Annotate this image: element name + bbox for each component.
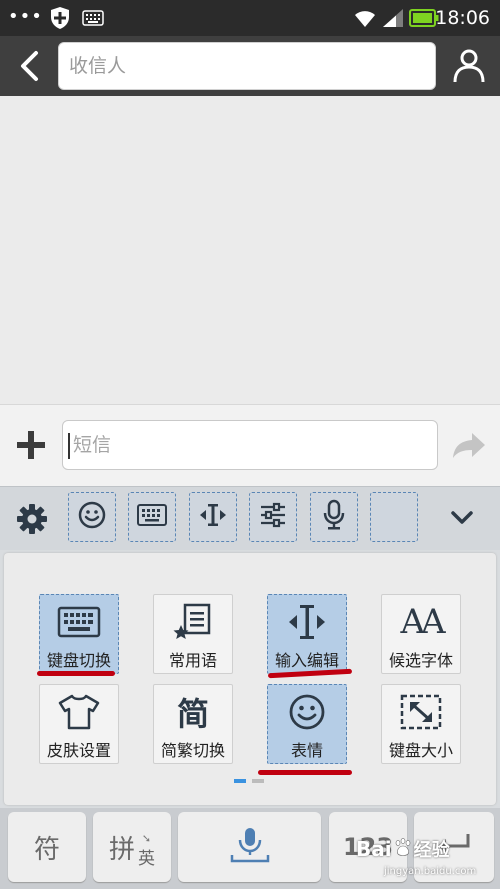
baidu-watermark: Bai 经验 [356,836,450,862]
tile-input-edit[interactable]: 输入编辑 [267,594,347,674]
signal-icon [381,8,405,32]
resize-icon [400,689,442,735]
keyboard-icon [137,504,167,530]
tile-label: 皮肤设置 [46,741,111,760]
annotation-underline [37,671,115,676]
page-indicator-inactive [252,779,264,783]
watermark-brand2: 经验 [413,840,450,861]
tile-label: 键盘切换 [46,651,111,670]
ime-function-panel [4,553,496,805]
back-icon[interactable] [18,50,42,86]
notification-dots: ••• [8,6,43,27]
recipient-input[interactable] [59,43,435,89]
space-voice-key[interactable] [178,812,321,882]
emoji-toolbar-button[interactable] [68,492,116,542]
text-cursor-icon [287,599,327,645]
sms-field[interactable] [62,420,438,470]
english-key-label: 英 [138,848,155,869]
microphone-icon [228,825,272,869]
tile-label: 表情 [290,741,323,760]
text-caret [68,433,70,459]
chevron-down-icon[interactable] [450,510,474,530]
status-bar: ••• 18:06 [0,0,500,36]
font-icon-text: AA [400,602,445,642]
watermark-url: jingyan.baidu.com [384,866,477,877]
tile-keyboard-switch[interactable]: 键盘切换 [39,594,119,674]
simplified-icon-text: 简 [176,695,209,733]
send-icon[interactable] [452,431,486,463]
tile-label: 输入编辑 [274,651,339,670]
empty-toolbar-slot[interactable] [370,492,418,542]
pinyin-english-key[interactable]: 拼 ➘ 英 [93,812,171,882]
recipient-field[interactable] [58,42,436,90]
tile-label: 简繁切换 [160,741,225,760]
simplified-chinese-icon: 简 [177,689,209,735]
font-icon: AA [400,599,445,645]
tile-candidate-font[interactable]: AA 候选字体 [381,594,461,674]
page-indicator-active [234,779,246,783]
tile-label: 候选字体 [388,651,453,670]
keyboard-icon [57,599,101,645]
tile-label: 键盘大小 [388,741,453,760]
tile-simplified-traditional[interactable]: 简 简繁切换 [153,684,233,764]
switch-arrow-icon: ➘ [141,831,152,845]
clock: 18:06 [435,7,490,29]
cursor-edit-toolbar-button[interactable] [189,492,237,542]
voice-toolbar-button[interactable] [310,492,358,542]
tile-skin-settings[interactable]: 皮肤设置 [39,684,119,764]
tile-label: 常用语 [168,651,217,670]
microphone-icon [322,499,346,535]
shield-plus-icon [50,6,70,34]
watermark-brand: Bai [356,837,392,861]
sms-input[interactable] [63,421,437,469]
annotation-underline [258,770,352,775]
paw-icon [393,837,413,861]
tshirt-icon [58,689,100,735]
wifi-icon [352,7,378,33]
pinyin-key-label: 拼 [108,834,135,865]
smiley-icon [78,501,106,533]
symbol-key-label: 符 [33,834,60,865]
text-cursor-icon [198,502,228,532]
plus-icon[interactable] [16,430,46,464]
tile-emoji[interactable]: 表情 [267,684,347,764]
phrases-icon [173,599,213,645]
keyboard-status-icon [82,10,104,30]
symbol-key[interactable]: 符 [8,812,86,882]
message-thread-area [0,96,500,404]
smiley-icon [288,689,326,735]
gear-icon[interactable] [16,503,48,539]
tile-common-phrases[interactable]: 常用语 [153,594,233,674]
settings-toolbar-button[interactable] [249,492,297,542]
sliders-icon [259,502,287,532]
contact-icon[interactable] [452,48,486,88]
keyboard-toolbar-button[interactable] [128,492,176,542]
tile-keyboard-size[interactable]: 键盘大小 [381,684,461,764]
